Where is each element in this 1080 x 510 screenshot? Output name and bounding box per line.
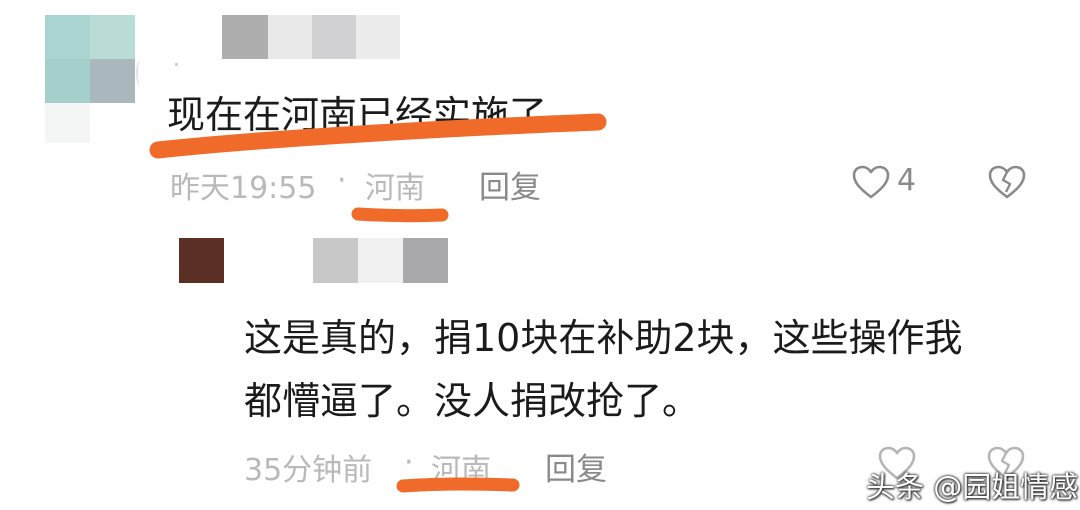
avatar-shadow [45, 103, 90, 143]
username-dot [175, 63, 178, 66]
comment-text-line2: 都懵逼了。没人捐改抢了。 [244, 379, 701, 423]
highlight-underline [149, 113, 607, 159]
comment-location: 河南 [365, 171, 425, 206]
username-blurred[interactable] [222, 15, 400, 59]
heart-outline-icon[interactable] [851, 164, 891, 200]
location-underline [396, 477, 520, 493]
reply-button[interactable]: 回复 [479, 162, 541, 207]
avatar-edge [136, 60, 144, 86]
comment-time: 昨天19:55 [170, 171, 317, 206]
reply-button[interactable]: 回复 [545, 444, 607, 489]
broken-heart-icon[interactable] [987, 164, 1027, 200]
watermark: 头条 @园姐情感 [866, 470, 1079, 504]
comment-text-line1: 这是真的，捐10块在补助2块，这些操作我 [244, 316, 963, 360]
comment-time: 35分钟前 [244, 453, 373, 488]
meta-separator: · [337, 163, 347, 198]
username-blurred[interactable] [313, 238, 448, 283]
avatar[interactable] [45, 15, 135, 103]
avatar[interactable] [179, 238, 224, 283]
location-underline [351, 207, 449, 223]
like-count: 4 [897, 163, 917, 198]
